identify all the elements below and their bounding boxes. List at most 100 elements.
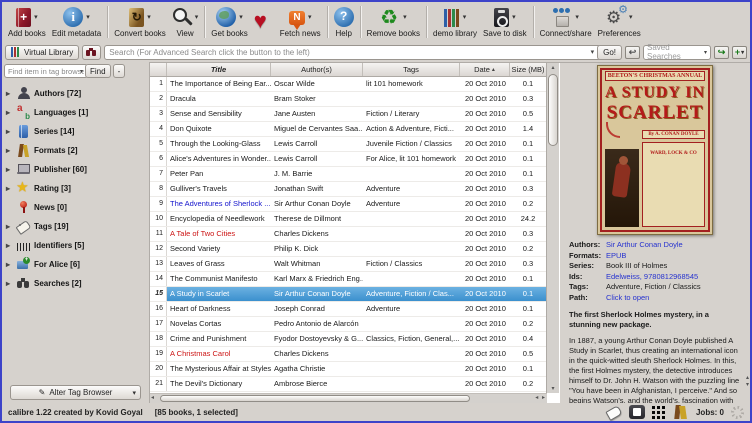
cell-tags[interactable] — [363, 242, 460, 256]
save-search-button[interactable]: +▾ — [732, 46, 747, 59]
dropdown-arrow-icon[interactable]: ▾ — [239, 13, 243, 21]
table-row-novelas-cortas[interactable]: 17 Novelas Cortas Pedro Antonio de Alarc… — [150, 317, 546, 332]
cell-authors[interactable]: Pedro Antonio de Alarcón — [271, 317, 363, 331]
cell-title[interactable]: The Mysterious Affair at Styles — [167, 362, 271, 376]
table-row-sense-and-sensibility[interactable]: 3 Sense and Sensibility Jane Austen Fict… — [150, 107, 546, 122]
expander-icon[interactable]: ▸ — [6, 165, 13, 174]
cell-size[interactable]: 0.1 — [510, 362, 546, 376]
cell-title[interactable]: Through the Looking-Glass — [167, 137, 271, 151]
expander-icon[interactable]: ▸ — [6, 279, 13, 288]
cell-date[interactable]: 20 Oct 2010 — [460, 92, 510, 106]
table-row-encyclopedia-of-needlework[interactable]: 10 Encyclopedia of Needlework Therese de… — [150, 212, 546, 227]
vertical-scrollbar-thumb[interactable] — [548, 74, 558, 146]
expander-icon[interactable]: ▸ — [6, 260, 13, 269]
book-cover[interactable]: BEETON'S CHRISTMAS ANNUAL A STUDY IN SCA… — [597, 65, 713, 235]
cell-size[interactable]: 0.2 — [510, 197, 546, 211]
table-row-the-communist-manifesto[interactable]: 14 The Communist Manifesto Karl Marx & F… — [150, 272, 546, 287]
alter-tag-browser-button[interactable]: ✎ Alter Tag Browser ▾ — [10, 385, 141, 400]
table-row-through-the-looking-glass[interactable]: 5 Through the Looking-Glass Lewis Carrol… — [150, 137, 546, 152]
scroll-right-arrow-icon[interactable]: ◂ ▸ — [535, 394, 546, 403]
toolbar-button-fetch-news[interactable]: ▾ Fetch news — [277, 5, 324, 39]
table-row-the-importance-of-being-ear[interactable]: 1 The Importance of Being Ear... Oscar W… — [150, 77, 546, 92]
cell-size[interactable]: 0.5 — [510, 107, 546, 121]
clear-search-button[interactable]: ↩ — [625, 46, 640, 59]
cell-size[interactable]: 0.1 — [510, 137, 546, 151]
cell-authors[interactable]: Joseph Conrad — [271, 302, 363, 316]
toolbar-button-help[interactable]: Help — [331, 5, 357, 39]
cell-authors[interactable]: Agatha Christie — [271, 362, 363, 376]
cell-size[interactable]: 0.1 — [510, 152, 546, 166]
cell-size[interactable]: 0.3 — [510, 92, 546, 106]
expander-icon[interactable]: ▸ — [6, 184, 13, 193]
cell-tags[interactable] — [363, 317, 460, 331]
dropdown-arrow-icon[interactable]: ▾ — [403, 13, 407, 21]
cell-date[interactable]: 20 Oct 2010 — [460, 332, 510, 346]
scroll-up-arrow-icon[interactable]: ▴ — [547, 64, 559, 71]
sidebar-item-tags-19[interactable]: ▸ Tags [19] — [2, 217, 149, 236]
collapse-all-button[interactable]: - — [113, 64, 126, 78]
cell-title[interactable]: Sense and Sensibility — [167, 107, 271, 121]
cell-tags[interactable]: Adventure — [363, 302, 460, 316]
dropdown-arrow-icon[interactable]: ▾ — [195, 13, 199, 21]
cell-tags[interactable]: For Alice, lit 101 homework — [363, 152, 460, 166]
header-size[interactable]: Size (MB) — [510, 63, 546, 76]
table-row-second-variety[interactable]: 12 Second Variety Philip K. Dick 20 Oct … — [150, 242, 546, 257]
cell-title[interactable]: Alice's Adventures in Wonder... — [167, 152, 271, 166]
sidebar-item-news-0[interactable]: ▸ News [0] — [2, 198, 149, 217]
dropdown-arrow-icon[interactable]: ▾ — [308, 13, 312, 21]
expander-icon[interactable]: ▸ — [6, 89, 13, 98]
cell-date[interactable]: 20 Oct 2010 — [460, 317, 510, 331]
expander-icon[interactable]: ▸ — [6, 241, 13, 250]
sidebar-item-searches-2[interactable]: ▸ Searches [2] — [2, 274, 149, 293]
cell-tags[interactable]: Fiction / Literary — [363, 107, 460, 121]
cell-size[interactable]: 0.3 — [510, 182, 546, 196]
cell-date[interactable]: 20 Oct 2010 — [460, 242, 510, 256]
cell-size[interactable]: 1.4 — [510, 122, 546, 136]
sidebar-item-formats-2[interactable]: ▸ Formats [2] — [2, 141, 149, 160]
cell-size[interactable]: 24.2 — [510, 212, 546, 226]
expander-icon[interactable]: ▸ — [6, 222, 13, 231]
cell-size[interactable]: 0.3 — [510, 257, 546, 271]
search-input[interactable] — [104, 45, 600, 60]
dropdown-arrow-icon[interactable]: ▾ — [86, 13, 90, 21]
cell-tags[interactable] — [363, 92, 460, 106]
cell-size[interactable]: 0.2 — [510, 242, 546, 256]
toolbar-button-edit-metadata[interactable]: ▾ Edit metadata — [49, 5, 104, 39]
toolbar-button-get-books[interactable]: ▾ Get books — [208, 5, 250, 39]
cell-date[interactable]: 20 Oct 2010 — [460, 302, 510, 316]
expander-icon[interactable]: ▸ — [6, 127, 13, 136]
cell-size[interactable]: 0.4 — [510, 332, 546, 346]
cell-tags[interactable] — [363, 377, 460, 391]
table-row-crime-and-punishment[interactable]: 18 Crime and Punishment Fyodor Dostoyevs… — [150, 332, 546, 347]
cell-size[interactable]: 0.1 — [510, 302, 546, 316]
cell-size[interactable]: 0.5 — [510, 347, 546, 361]
cell-tags[interactable]: Juvenile Fiction / Classics — [363, 137, 460, 151]
details-field-value[interactable]: Edelweiss, 9780812968545 — [606, 272, 698, 283]
cell-date[interactable]: 20 Oct 2010 — [460, 182, 510, 196]
table-row-peter-pan[interactable]: 7 Peter Pan J. M. Barrie 20 Oct 2010 0.1 — [150, 167, 546, 182]
horizontal-scrollbar[interactable]: ◂ ◂ ▸ — [150, 393, 547, 403]
details-field-value[interactable]: EPUB — [606, 251, 626, 262]
cell-authors[interactable]: Sir Arthur Conan Doyle — [271, 197, 363, 211]
cell-authors[interactable]: Charles Dickens — [271, 347, 363, 361]
cell-title[interactable]: Encyclopedia of Needlework — [167, 212, 271, 226]
cell-date[interactable]: 20 Oct 2010 — [460, 212, 510, 226]
scroll-down-arrow-icon[interactable]: ▾ — [547, 385, 559, 392]
cell-tags[interactable] — [363, 362, 460, 376]
cell-size[interactable]: 0.2 — [510, 317, 546, 331]
toolbar-button-donate[interactable] — [251, 10, 277, 35]
cell-tags[interactable] — [363, 272, 460, 286]
dropdown-arrow-icon[interactable]: ▾ — [34, 13, 38, 21]
details-field-value[interactable]: Adventure, Fiction / Classics — [606, 282, 701, 293]
header-tags[interactable]: Tags — [363, 63, 460, 76]
cell-authors[interactable]: Ambrose Bierce — [271, 377, 363, 391]
cell-date[interactable]: 20 Oct 2010 — [460, 272, 510, 286]
cell-title[interactable]: A Christmas Carol — [167, 347, 271, 361]
cell-date[interactable]: 20 Oct 2010 — [460, 347, 510, 361]
cell-title[interactable]: Novelas Cortas — [167, 317, 271, 331]
cover-browser-toggle-icon[interactable] — [629, 405, 645, 419]
scroll-left-arrow-icon[interactable]: ◂ — [151, 394, 154, 403]
cell-authors[interactable]: Lewis Carroll — [271, 137, 363, 151]
sidebar-item-identifiers-5[interactable]: ▸ Identifiers [5] — [2, 236, 149, 255]
table-row-gulliver-s-travels[interactable]: 8 Gulliver's Travels Jonathan Swift Adve… — [150, 182, 546, 197]
